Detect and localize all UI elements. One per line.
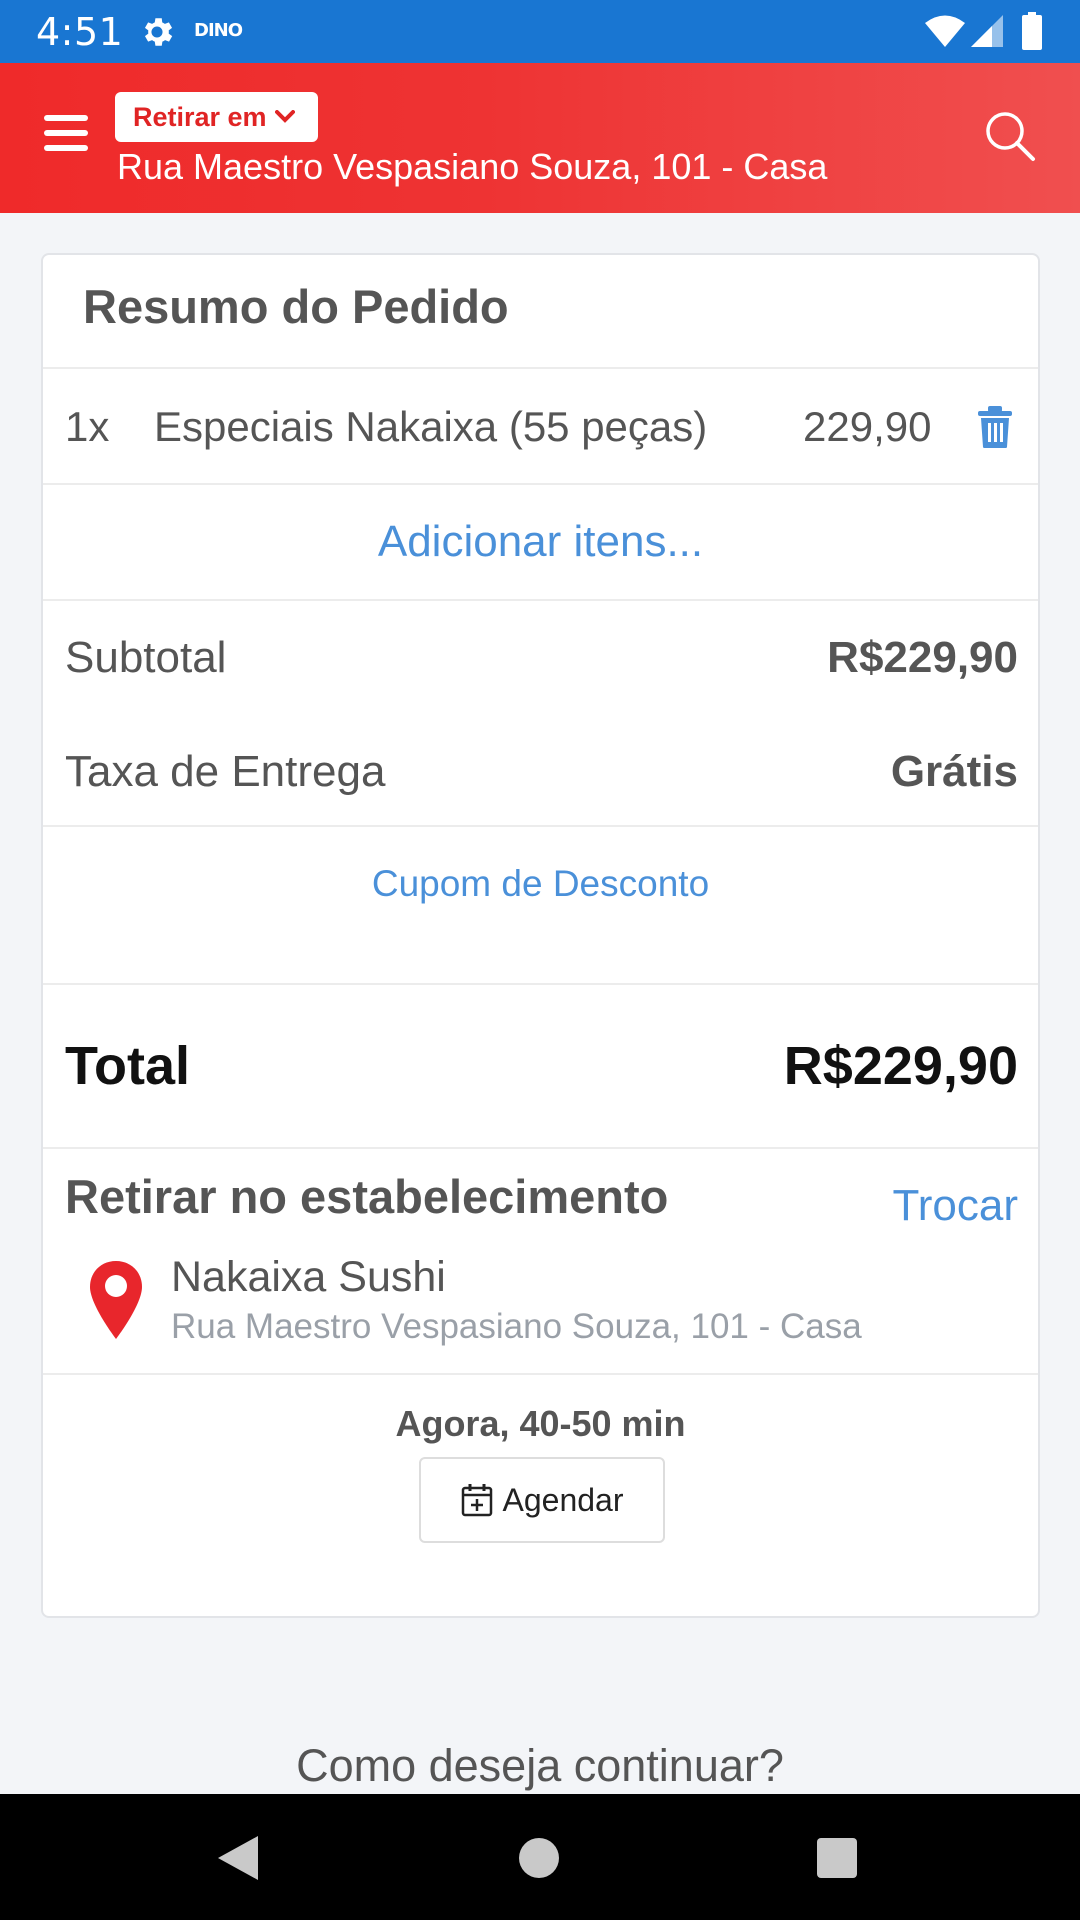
coupon-row: Cupom de Desconto: [43, 827, 1038, 985]
status-time: 4:51: [36, 10, 124, 54]
app-header: Retirar em Rua Maestro Vespasiano Souza,…: [0, 63, 1080, 213]
schedule-block: Agora, 40-50 min Agendar: [43, 1375, 1038, 1615]
pickup-eta: Agora, 40-50 min: [395, 1403, 686, 1444]
change-store-link[interactable]: Trocar: [893, 1181, 1019, 1231]
order-summary-title: Resumo do Pedido: [83, 280, 509, 333]
header-address[interactable]: Rua Maestro Vespasiano Souza, 101 - Casa: [117, 146, 827, 188]
search-icon[interactable]: [983, 109, 1037, 163]
subtotal-value: R$229,90: [827, 633, 1018, 682]
store-name: Nakaixa Sushi: [171, 1253, 446, 1301]
item-price: 229,90: [803, 403, 932, 450]
schedule-button[interactable]: Agendar: [419, 1457, 665, 1543]
pickup-mode-label: Retirar em: [133, 101, 267, 132]
delivery-fee-label: Taxa de Entrega: [65, 747, 386, 796]
battery-icon: [1022, 12, 1042, 50]
total-value: R$229,90: [783, 1036, 1018, 1096]
totals-block: Subtotal R$229,90 Taxa de Entrega Grátis: [43, 601, 1038, 827]
calendar-plus-icon: [461, 1484, 492, 1517]
status-bar: 4:51 DINO: [0, 0, 1080, 63]
coupon-link[interactable]: Cupom de Desconto: [43, 863, 1038, 905]
item-name: Especiais Nakaixa (55 peças): [154, 403, 708, 450]
signal-icon: [971, 15, 1003, 47]
trash-icon[interactable]: [977, 405, 1013, 449]
home-circle-icon[interactable]: [519, 1838, 559, 1878]
pickup-mode-dropdown[interactable]: Retirar em: [115, 92, 318, 142]
app-badge-dino: DINO: [194, 20, 243, 41]
menu-hamburger-icon[interactable]: [44, 115, 88, 155]
chevron-down-icon: [274, 110, 295, 123]
store-address: Rua Maestro Vespasiano Souza, 101 - Casa: [171, 1307, 862, 1346]
settings-gear-icon: [144, 18, 173, 46]
wifi-icon: [925, 15, 965, 47]
order-summary-card: Resumo do Pedido 1x Especiais Nakaixa (5…: [41, 253, 1040, 1618]
back-triangle-icon[interactable]: [216, 1834, 260, 1882]
total-label: Total: [65, 1036, 190, 1096]
order-summary-header: Resumo do Pedido: [43, 255, 1038, 369]
add-items-link[interactable]: Adicionar itens...: [43, 517, 1038, 567]
item-quantity: 1x: [65, 403, 110, 450]
location-pin-icon: [90, 1261, 142, 1339]
pickup-store-row: Retirar no estabelecimento Trocar Nakaix…: [43, 1149, 1038, 1375]
schedule-label: Agendar: [502, 1481, 624, 1518]
subtotal-label: Subtotal: [65, 633, 227, 682]
delivery-fee-value: Grátis: [890, 747, 1018, 796]
add-items-row: Adicionar itens...: [43, 485, 1038, 601]
order-item-row: 1x Especiais Nakaixa (55 peças) 229,90: [43, 369, 1038, 485]
total-row: Total R$229,90: [43, 985, 1038, 1149]
system-nav-bar: [0, 1794, 1080, 1920]
continue-prompt: Como deseja continuar?: [296, 1740, 784, 1791]
recent-apps-square-icon[interactable]: [817, 1838, 857, 1878]
pickup-title: Retirar no estabelecimento: [65, 1170, 669, 1223]
